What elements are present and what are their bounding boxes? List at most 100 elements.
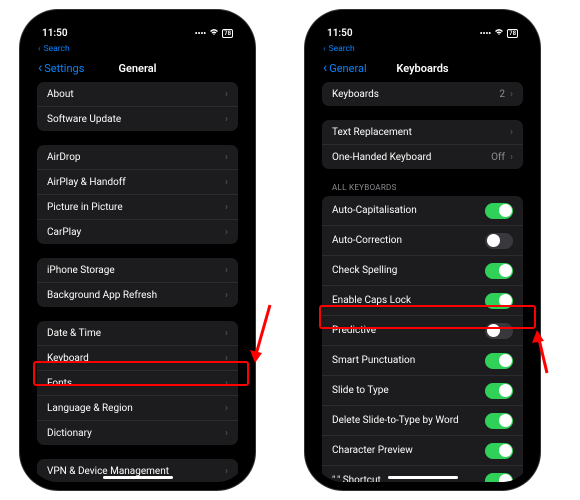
chevron-left-icon: ‹ [323, 60, 327, 76]
screen-left: 11:50 •••• 78 ‹ Search ‹ Settings Genera… [28, 18, 247, 482]
chevron-right-icon: › [225, 403, 228, 414]
notch [383, 18, 463, 36]
row-label: Date & Time [47, 328, 101, 339]
settings-row[interactable]: Background App Refresh› [37, 283, 238, 307]
settings-row[interactable]: Enable Caps Lock [322, 286, 523, 316]
settings-row[interactable]: Smart Punctuation [322, 346, 523, 376]
row-label: Picture in Picture [47, 202, 123, 213]
row-label: Keyboards [332, 89, 379, 100]
breadcrumb-search[interactable]: ‹ Search [28, 42, 247, 56]
settings-row[interactable]: CarPlay› [37, 220, 238, 244]
settings-row[interactable]: "." Shortcut [322, 466, 523, 482]
settings-row[interactable]: iPhone Storage› [37, 258, 238, 283]
toggle-switch[interactable] [485, 443, 513, 459]
settings-row[interactable]: Language & Region › [37, 396, 238, 421]
toggle-switch[interactable] [485, 353, 513, 369]
chevron-right-icon: › [225, 328, 228, 339]
home-indicator[interactable] [103, 476, 173, 479]
chevron-right-icon: › [225, 114, 228, 125]
signal-icon: •••• [480, 29, 491, 38]
settings-row[interactable]: Keyboard › [37, 346, 238, 371]
chevron-right-icon: › [510, 127, 513, 138]
page-title: General [118, 62, 156, 75]
settings-row[interactable]: Slide to Type [322, 376, 523, 406]
notch [98, 18, 178, 36]
status-time: 11:50 [327, 28, 353, 39]
row-label: Character Preview [332, 445, 413, 456]
chevron-left-icon: ‹ [323, 44, 326, 54]
settings-row[interactable]: Dictionary › [37, 421, 238, 445]
chevron-right-icon: › [225, 428, 228, 439]
chevron-right-icon: › [225, 89, 228, 100]
screen-right: 11:50 •••• 78 ‹ Search ‹ General Keyboar… [313, 18, 532, 482]
chevron-right-icon: › [225, 227, 228, 238]
toggle-switch[interactable] [485, 383, 513, 399]
content-right[interactable]: Keyboards2›Text Replacement›One-Handed K… [313, 82, 532, 482]
signal-icon: •••• [195, 29, 206, 38]
settings-row[interactable]: One-Handed KeyboardOff› [322, 145, 523, 169]
row-label: Enable Caps Lock [332, 295, 411, 306]
settings-group: Auto-Capitalisation Auto-Correction Check … [322, 196, 523, 482]
row-label: Dictionary [47, 428, 92, 439]
settings-row[interactable]: Auto-Correction [322, 226, 523, 256]
settings-row[interactable]: Date & Time › [37, 321, 238, 346]
toggle-switch[interactable] [485, 473, 513, 483]
wifi-icon [494, 28, 504, 38]
chevron-right-icon: › [225, 290, 228, 301]
row-value: Off [491, 152, 505, 163]
settings-row[interactable]: Text Replacement › [322, 120, 523, 145]
back-button[interactable]: ‹ Settings [38, 60, 84, 76]
row-label: AirPlay & Handoff [47, 177, 126, 188]
content-left[interactable]: About›Software Update›AirDrop›AirPlay & … [28, 82, 247, 482]
toggle-switch[interactable] [485, 323, 513, 339]
toggle-switch[interactable] [485, 293, 513, 309]
row-label: Slide to Type [332, 385, 389, 396]
row-label: Auto-Correction [332, 235, 402, 246]
row-label: Language & Region [47, 403, 133, 414]
chevron-right-icon: › [225, 353, 228, 364]
chevron-right-icon: › [225, 177, 228, 188]
settings-row[interactable]: Character Preview [322, 436, 523, 466]
back-button[interactable]: ‹ General [323, 60, 367, 76]
chevron-right-icon: › [510, 152, 513, 163]
row-label: AirDrop [47, 152, 81, 163]
home-indicator[interactable] [388, 476, 458, 479]
nav-bar: ‹ Settings General [28, 56, 247, 82]
settings-group: AirDrop›AirPlay & Handoff›Picture in Pic… [37, 145, 238, 244]
toggle-switch[interactable] [485, 263, 513, 279]
settings-row[interactable]: AirPlay & Handoff › [37, 170, 238, 195]
battery-icon: 78 [222, 29, 233, 38]
toggle-switch[interactable] [485, 413, 513, 429]
settings-row[interactable]: Auto-Capitalisation [322, 196, 523, 226]
settings-row[interactable]: About› [37, 82, 238, 107]
row-label: Auto-Capitalisation [332, 205, 417, 216]
breadcrumb-search[interactable]: ‹ Search [313, 42, 532, 56]
settings-row[interactable]: Fonts› [37, 371, 238, 396]
phone-frame-left: 11:50 •••• 78 ‹ Search ‹ Settings Genera… [20, 10, 255, 490]
row-label: Keyboard [47, 353, 89, 364]
chevron-right-icon: › [225, 466, 228, 477]
row-label: Software Update [47, 114, 121, 125]
row-label: Predictive [332, 325, 376, 336]
settings-row[interactable]: Predictive [322, 316, 523, 346]
chevron-right-icon: › [225, 152, 228, 163]
battery-icon: 78 [507, 29, 518, 38]
row-label: Check Spelling [332, 265, 397, 276]
row-label: "." Shortcut [332, 475, 381, 482]
settings-group: Date & Time›Keyboard›Fonts›Language & Re… [37, 321, 238, 445]
toggle-switch[interactable] [485, 203, 513, 219]
row-label: Text Replacement [332, 127, 412, 138]
chevron-right-icon: › [225, 202, 228, 213]
settings-row[interactable]: Check Spelling [322, 256, 523, 286]
settings-row[interactable]: Picture in Picture › [37, 195, 238, 220]
status-time: 11:50 [42, 28, 68, 39]
settings-row[interactable]: AirDrop › [37, 145, 238, 170]
settings-row[interactable]: Software Update › [37, 107, 238, 131]
nav-bar: ‹ General Keyboards [313, 56, 532, 82]
chevron-right-icon: › [510, 89, 513, 100]
toggle-switch[interactable] [485, 233, 513, 249]
wifi-icon [209, 28, 219, 38]
settings-group: Text Replacement›One-Handed KeyboardOff› [322, 120, 523, 169]
settings-row[interactable]: Keyboards2› [322, 82, 523, 106]
settings-row[interactable]: Delete Slide-to-Type by Word [322, 406, 523, 436]
